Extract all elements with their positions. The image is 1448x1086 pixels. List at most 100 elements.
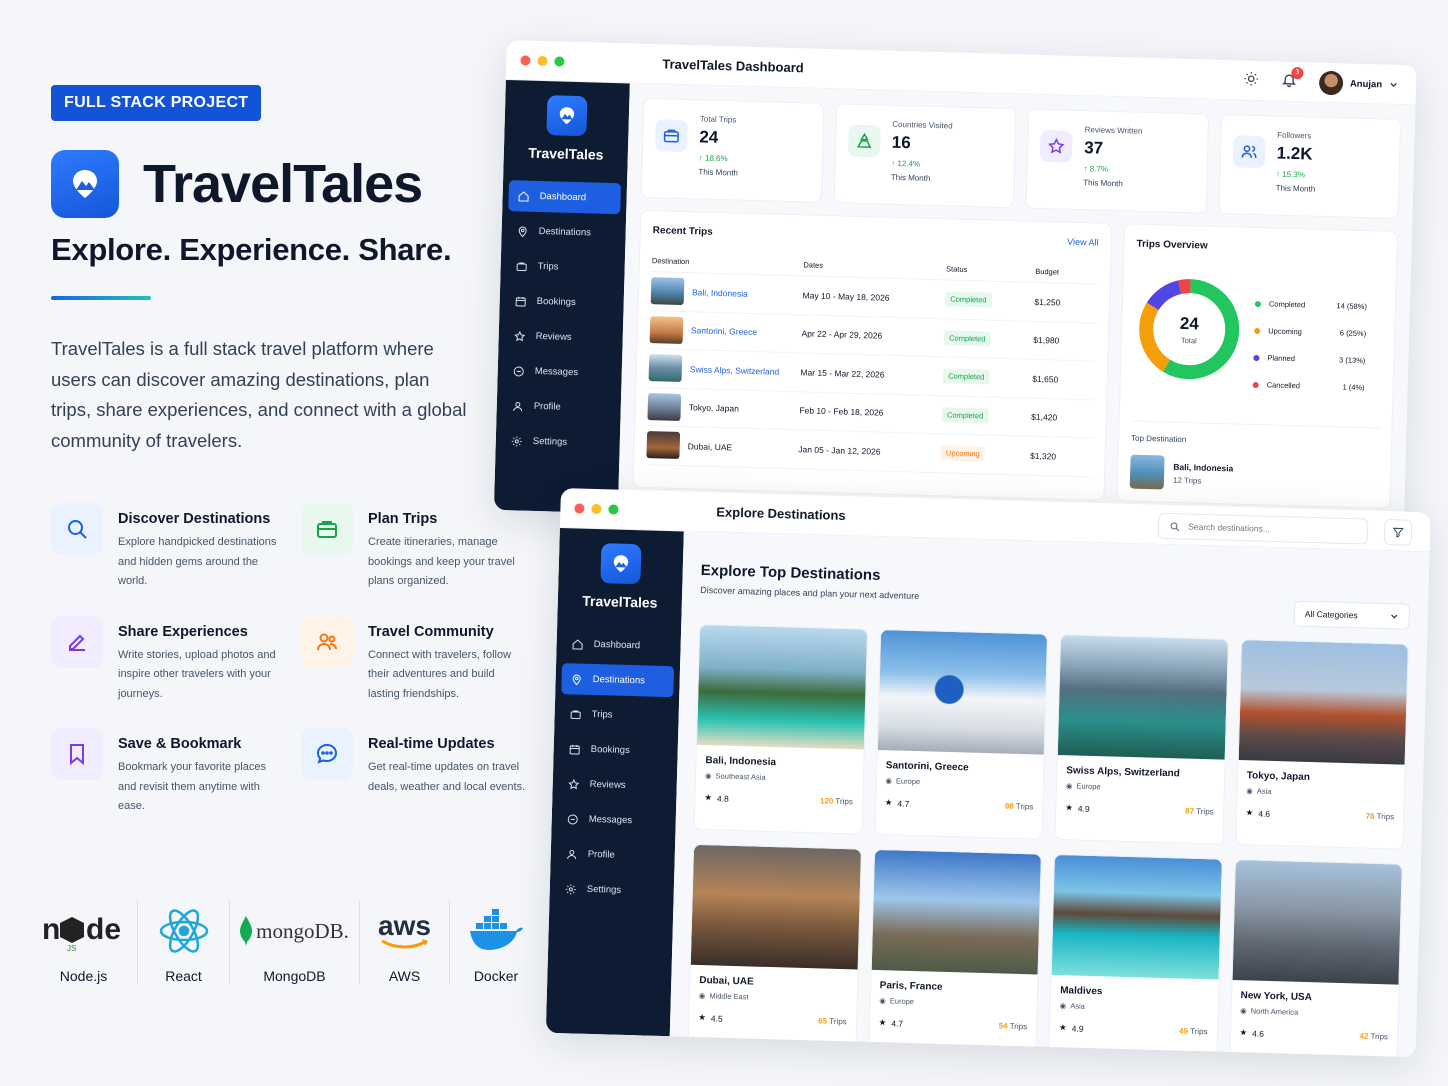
nav-profile[interactable]: Profile (502, 390, 615, 424)
nav-trips[interactable]: Trips (560, 698, 673, 732)
star-icon: ★ (1239, 1027, 1248, 1038)
minimize-dot[interactable] (537, 55, 548, 66)
destination-name[interactable]: Swiss Alps, Switzerland (690, 364, 780, 376)
status-badge: Upcoming (940, 445, 985, 462)
destination-image (1051, 854, 1222, 980)
pin-icon: ◉ (885, 776, 893, 786)
nav-settings[interactable]: Settings (501, 425, 614, 459)
destination-name[interactable]: Santorini, Greece (691, 326, 757, 338)
pin-icon: ◉ (704, 771, 712, 781)
nav-reviews[interactable]: Reviews (558, 768, 671, 802)
nav-dashboard[interactable]: Dashboard (562, 628, 675, 662)
notification-badge: 3 (1291, 66, 1304, 79)
brand-logo-icon (546, 95, 588, 137)
feature-list: Discover Destinations Explore handpicked … (51, 503, 531, 817)
svg-text:de: de (86, 913, 121, 946)
pin-icon: ◉ (1246, 786, 1253, 796)
mongodb-wordmark: mongoDB. (256, 918, 349, 943)
top-destination-item[interactable]: Bali, Indonesia 12 Trips (1129, 454, 1379, 496)
feature-item: Plan Trips Create itineraries, manage boo… (301, 503, 531, 592)
gear-icon (565, 883, 576, 894)
chat-icon (301, 728, 353, 780)
destination-card[interactable]: Tokyo, Japan ◉ Asia ★ 4.6 76 Trips (1234, 639, 1409, 850)
nav-settings[interactable]: Settings (555, 873, 668, 907)
stat-sub: This Month (698, 167, 739, 178)
destination-thumbnail (646, 431, 681, 460)
view-all-link[interactable]: View All (1067, 237, 1099, 248)
nav-dashboard[interactable]: Dashboard (508, 180, 622, 215)
destination-card[interactable]: New York, USA ◉ North America ★ 4.6 42 Trips (1228, 858, 1403, 1058)
sun-icon[interactable] (1243, 70, 1260, 91)
card-region: ◉ Asia (1246, 786, 1272, 796)
bell-icon[interactable]: 3 (1281, 66, 1304, 92)
top-destination-label: Top Destination (1131, 433, 1187, 445)
destination-card[interactable]: Bali, Indonesia ◉ Southeast Asia ★ 4.8 120 Tr… (693, 623, 868, 835)
pin-icon (518, 226, 527, 237)
destination-card[interactable]: Santorini, Greece ◉ Europe ★ 4.7 98 Trips (873, 628, 1049, 840)
recent-trips-table: Destination Dates Status Budget Bali, In… (646, 250, 1099, 477)
nav-bookings[interactable]: Bookings (505, 285, 618, 319)
destination-name[interactable]: Dubai, UAE (688, 441, 733, 452)
card-rating: ★ 4.8 (704, 792, 729, 804)
category-select[interactable]: All Categories (1293, 600, 1411, 630)
maximize-dot[interactable] (608, 503, 619, 515)
nav-messages[interactable]: Messages (557, 803, 670, 837)
nav-messages[interactable]: Messages (503, 355, 616, 389)
nav-destinations[interactable]: Destinations (507, 215, 620, 249)
minimize-dot[interactable] (591, 503, 602, 514)
card-trips: 54 Trips (998, 1021, 1028, 1032)
feature-item: Travel Community Connect with travelers, … (301, 615, 531, 705)
trips-overview-panel: Trips Overview 24 Total Completed 14 (58%)… (1116, 223, 1399, 509)
destination-card[interactable]: Paris, France ◉ Europe ★ 4.7 54 Trips (867, 848, 1042, 1058)
search-icon (51, 503, 103, 555)
nav-reviews[interactable]: Reviews (504, 320, 617, 354)
destination-card[interactable]: Swiss Alps, Switzerland ◉ Europe ★ 4.9 87 Tri… (1054, 633, 1229, 845)
destination-name[interactable]: Bali, Indonesia (692, 287, 748, 299)
stat-value: 1.2K (1276, 143, 1313, 164)
feature-desc: Write stories, upload photos and inspire… (118, 648, 276, 700)
feature-desc: Explore handpicked destinations and hidd… (118, 536, 277, 587)
search-input[interactable] (1188, 521, 1359, 537)
status-badge: Completed (943, 330, 991, 347)
feature-item: Discover Destinations Explore handpicked … (51, 503, 301, 592)
stat-card: Reviews Written 37 ↑ 8.7% This Month (1025, 108, 1209, 214)
destination-name[interactable]: Tokyo, Japan (689, 402, 739, 413)
nav-bookings[interactable]: Bookings (559, 733, 672, 767)
search-box[interactable] (1157, 512, 1369, 545)
nav-destinations[interactable]: Destinations (561, 663, 675, 698)
feature-item: Real-time Updates Get real-time updates o… (301, 728, 531, 817)
dashboard-content: Total Trips 24 ↑ 18.6% This Month Countries… (617, 83, 1416, 536)
destination-thumbnail (1129, 454, 1165, 490)
svg-text:n: n (42, 913, 60, 946)
project-badge: FULL STACK PROJECT (51, 85, 262, 121)
tech-label: MongoDB (263, 968, 326, 984)
tech-label: Node.js (59, 968, 108, 984)
card-rating: ★ 4.9 (1065, 802, 1090, 814)
tech-item: n JS de Node.js (30, 900, 138, 984)
filter-button[interactable] (1383, 519, 1413, 546)
feature-item: Save & Bookmark Bookmark your favorite pl… (51, 728, 301, 817)
destination-image (871, 849, 1041, 975)
stat-card: Followers 1.2K ↑ 15.3% This Month (1217, 113, 1402, 219)
user-menu[interactable]: Anujan (1318, 70, 1399, 97)
card-name: Paris, France (879, 980, 943, 993)
nav-profile[interactable]: Profile (556, 838, 669, 872)
legend-item: Completed 14 (58%) (1254, 290, 1368, 320)
close-dot[interactable] (520, 54, 531, 66)
destination-card[interactable]: Dubai, UAE ◉ Middle East ★ 4.5 65 Trips (687, 843, 862, 1055)
card-trips: 98 Trips (1004, 801, 1034, 812)
feature-title: Discover Destinations (118, 511, 271, 527)
destination-card[interactable]: Maldives ◉ Asia ★ 4.9 49 Trips (1048, 853, 1223, 1058)
maximize-dot[interactable] (554, 55, 565, 67)
recent-trips-panel: Recent Trips View All Destination Dates … (632, 209, 1113, 501)
destination-image (877, 629, 1048, 755)
stat-change: ↑ 12.4% (891, 158, 921, 169)
dashboard-window: TravelTales Dashboard 3 Anujan TravelTal… (493, 40, 1417, 536)
nav-trips[interactable]: Trips (506, 250, 619, 284)
feature-title: Real-time Updates (368, 736, 495, 752)
destination-thumbnail (650, 277, 685, 306)
stat-value: 16 (891, 132, 911, 153)
docker-icon (468, 906, 524, 956)
close-dot[interactable] (574, 502, 585, 514)
sidebar-brand-name: TravelTales (528, 144, 604, 163)
